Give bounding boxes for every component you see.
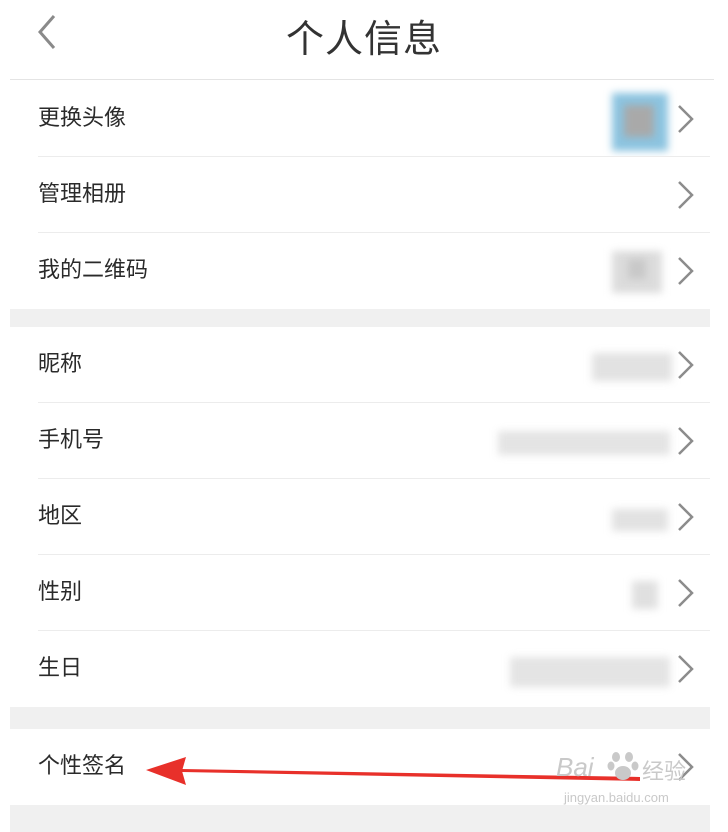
chevron-right-icon (678, 579, 694, 607)
page-title: 个人信息 (285, 17, 442, 61)
phone-value-redacted (498, 431, 670, 455)
watermark-brand: Bai (556, 752, 594, 782)
region-value-redacted (612, 509, 668, 531)
header-divider (10, 79, 714, 80)
chevron-right-icon (678, 181, 694, 209)
chevron-right-icon (678, 655, 694, 683)
row-label: 昵称 (38, 352, 83, 377)
watermark-brand-suffix: 经验 (642, 760, 687, 785)
paw-icon (607, 752, 639, 780)
row-gender[interactable]: 性别 (10, 555, 710, 631)
row-my-qr-code[interactable]: 我的二维码 (10, 233, 710, 309)
row-manage-album[interactable]: 管理相册 (10, 157, 710, 233)
row-label: 性别 (38, 580, 83, 605)
row-label: 我的二维码 (38, 258, 149, 283)
section-gap (10, 309, 710, 327)
row-birthday[interactable]: 生日 (10, 631, 710, 707)
top-navigation-bar: 个人信息 (0, 0, 728, 80)
row-label: 生日 (38, 656, 83, 681)
row-label: 手机号 (38, 428, 105, 453)
row-nickname[interactable]: 昵称 (10, 327, 710, 403)
row-label: 管理相册 (38, 182, 127, 207)
row-label: 更换头像 (38, 106, 127, 131)
row-change-avatar[interactable]: 更换头像 (10, 81, 710, 157)
row-label: 个性签名 (38, 754, 127, 779)
row-label: 地区 (38, 504, 83, 529)
baidu-jingyan-watermark: Bai 经验 jingyan.baidu.com (556, 746, 706, 816)
chevron-right-icon (678, 105, 694, 133)
chevron-right-icon (678, 427, 694, 455)
row-region[interactable]: 地区 (10, 479, 710, 555)
section-gap (10, 707, 710, 729)
nickname-value-redacted (592, 353, 672, 381)
gender-value-redacted (632, 581, 658, 609)
chevron-right-icon (678, 257, 694, 285)
row-phone-number[interactable]: 手机号 (10, 403, 710, 479)
chevron-right-icon (678, 351, 694, 379)
birthday-value-redacted (510, 657, 670, 687)
watermark-url: jingyan.baidu.com (564, 790, 669, 805)
chevron-right-icon (678, 503, 694, 531)
